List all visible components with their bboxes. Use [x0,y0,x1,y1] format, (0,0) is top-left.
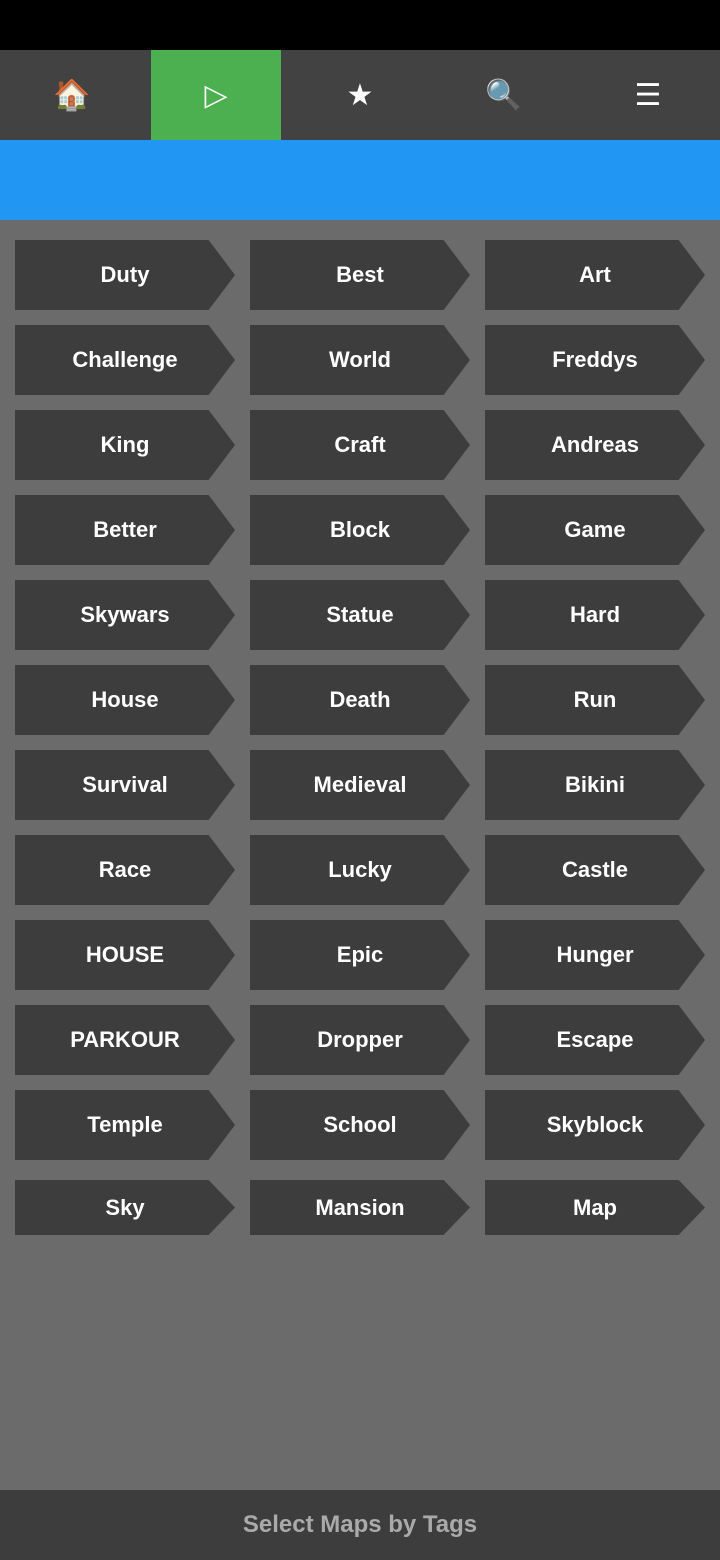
tag-btn-world[interactable]: World [250,325,470,395]
tag-btn-escape[interactable]: Escape [485,1005,705,1075]
tag-btn-block[interactable]: Block [250,495,470,565]
star-icon: ★ [347,78,374,113]
tag-btn-statue[interactable]: Statue [250,580,470,650]
nav-home[interactable]: 🏠 [7,50,137,140]
tag-btn-death[interactable]: Death [250,665,470,735]
tag-btn-king[interactable]: King [15,410,235,480]
tag-btn-survival[interactable]: Survival [15,750,235,820]
tag-btn-art[interactable]: Art [485,240,705,310]
tag-btn-challenge[interactable]: Challenge [15,325,235,395]
tag-btn-race[interactable]: Race [15,835,235,905]
menu-icon: ☰ [635,78,662,113]
nav-tag[interactable]: ▷ [151,50,281,140]
search-icon: 🔍 [485,78,522,113]
bottom-bar-label: Select Maps by Tags [243,1511,477,1539]
tag-btn-house[interactable]: House [15,665,235,735]
tag-btn-medieval[interactable]: Medieval [250,750,470,820]
tag-btn-school[interactable]: School [250,1090,470,1160]
header-bar [0,140,720,220]
tag-btn-game[interactable]: Game [485,495,705,565]
status-bar [0,0,720,50]
nav-bar: 🏠 ▷ ★ 🔍 ☰ [0,50,720,140]
tag-btn-house[interactable]: HOUSE [15,920,235,990]
nav-favorites[interactable]: ★ [295,50,425,140]
tag-btn-dropper[interactable]: Dropper [250,1005,470,1075]
partial-tags-row: Sky Mansion Map [0,1180,720,1245]
tag-btn-temple[interactable]: Temple [15,1090,235,1160]
tags-container: DutyBestArt ChallengeWorldFreddys KingCraf… [0,220,720,1180]
tag-btn-hard[interactable]: Hard [485,580,705,650]
tag-btn-partial-map[interactable]: Map [485,1180,705,1235]
nav-search[interactable]: 🔍 [439,50,569,140]
tag-btn-freddys[interactable]: Freddys [485,325,705,395]
tag-btn-andreas[interactable]: Andreas [485,410,705,480]
tag-btn-bikini[interactable]: Bikini [485,750,705,820]
tag-btn-castle[interactable]: Castle [485,835,705,905]
tag-btn-hunger[interactable]: Hunger [485,920,705,990]
tag-btn-better[interactable]: Better [15,495,235,565]
nav-menu[interactable]: ☰ [583,50,713,140]
tag-btn-partial-mansion[interactable]: Mansion [250,1180,470,1235]
tag-btn-partial-sky[interactable]: Sky [15,1180,235,1235]
tag-btn-parkour[interactable]: PARKOUR [15,1005,235,1075]
tag-btn-best[interactable]: Best [250,240,470,310]
tag-btn-craft[interactable]: Craft [250,410,470,480]
tag-btn-duty[interactable]: Duty [15,240,235,310]
home-icon: 🏠 [53,78,90,113]
bottom-bar: Select Maps by Tags [0,1490,720,1560]
tag-btn-run[interactable]: Run [485,665,705,735]
tag-icon: ▷ [204,78,227,113]
tag-btn-epic[interactable]: Epic [250,920,470,990]
tag-btn-skywars[interactable]: Skywars [15,580,235,650]
tag-btn-lucky[interactable]: Lucky [250,835,470,905]
tag-btn-skyblock[interactable]: Skyblock [485,1090,705,1160]
